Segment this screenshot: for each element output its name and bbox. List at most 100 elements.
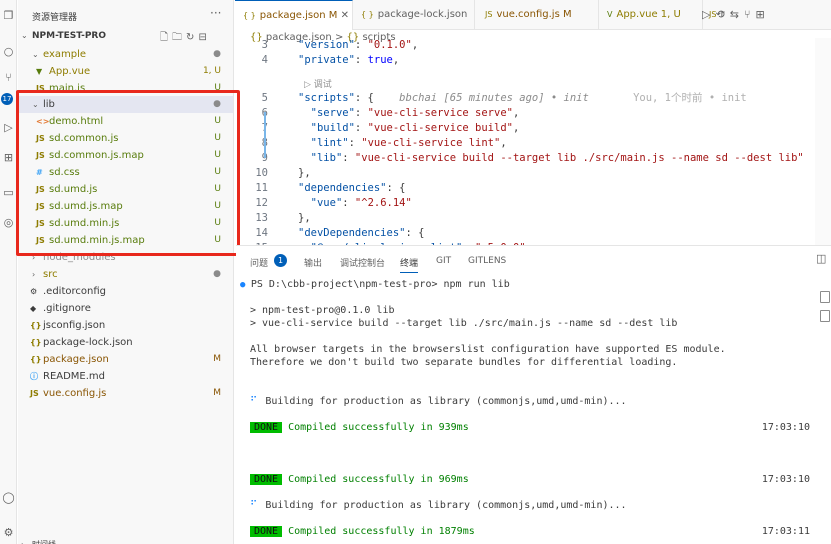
project-header[interactable]: ⌄ NPM-TEST-PRO 🗋🗀↻⊟ [18, 29, 233, 47]
code-editor[interactable]: 3 "version": "0.1.0", 4 "private": true, 5 "s… [236, 38, 816, 245]
status-badge: ● [213, 49, 221, 59]
tab-package-lock-json[interactable]: { } package-lock.json [353, 0, 475, 30]
split-terminal-icon[interactable]: ◫ [816, 252, 826, 265]
tab-vue-config-js[interactable]: JS vue.config.js M [475, 0, 599, 30]
extensions-icon[interactable]: ⊞ [1, 150, 16, 165]
line-number: 10 [255, 167, 268, 179]
tab-app-vue[interactable]: V App.vue 1, U [599, 0, 703, 30]
collapse-all-icon[interactable]: ⊟ [198, 32, 210, 43]
tab-debug-console[interactable]: 调试控制台 [340, 256, 385, 269]
tab-git[interactable]: GIT [436, 256, 451, 266]
new-folder-icon[interactable]: 🗀 [172, 32, 186, 43]
html-file-icon: <> [36, 117, 50, 126]
timestamp: 17:03:10 [761, 474, 810, 485]
vue-file-icon: V [607, 10, 613, 19]
chevron-down-icon: ⌄ [32, 50, 39, 59]
code-line[interactable]: 10}, [236, 166, 816, 181]
gitlens-icon[interactable]: ◎ [1, 215, 16, 230]
css-file-icon: # [36, 168, 43, 177]
code-line[interactable]: 5 "scripts": { bbchai [65 minutes ago] • … [236, 91, 816, 106]
tree-file-editorconfig[interactable]: ⚙ .editorconfig [18, 283, 233, 300]
tree-folder-node-modules[interactable]: › node_modules [18, 249, 233, 266]
tab-gitlens[interactable]: GITLENS [468, 256, 506, 266]
tree-file-app-vue[interactable]: ▼ App.vue 1, U [18, 63, 233, 80]
git-blame-annotation: bbchai [65 minutes ago] • init [399, 92, 589, 104]
code-line[interactable]: 8 "lint": "vue-cli-service lint", [236, 136, 816, 151]
code-line[interactable]: 4 "private": true, [236, 53, 816, 68]
code-line[interactable]: 3 "version": "0.1.0", [236, 38, 816, 53]
chevron-right-icon: › [32, 253, 36, 262]
tab-package-json[interactable]: { } package.json M ✕ [235, 0, 353, 30]
new-file-icon[interactable]: 🗋 [160, 32, 172, 43]
tree-file-vue-config-js[interactable]: JS vue.config.js M [18, 385, 233, 402]
tree-file-sd-common-js-map[interactable]: JS sd.common.js.map U [18, 147, 233, 164]
terminal-instance-icon[interactable] [820, 291, 830, 303]
timeline-section[interactable]: › 时间线 [18, 536, 233, 544]
status-badge: U [214, 235, 221, 245]
tab-terminal[interactable]: 终端 [400, 256, 419, 273]
code-token: }, [298, 167, 311, 179]
code-line[interactable]: 6 "serve": "vue-cli-service serve", [236, 106, 816, 121]
done-badge: DONE [250, 526, 283, 537]
tree-file-package-lock-json[interactable]: {} package-lock.json [18, 334, 233, 351]
debug-codelens[interactable]: ▷ 调试 [304, 77, 332, 90]
code-line[interactable]: 13}, [236, 211, 816, 226]
code-text: "dependencies": { [298, 181, 405, 196]
code-line[interactable]: 9 "lib": "vue-cli-service build --target… [236, 151, 816, 166]
explorer-icon[interactable]: ❐ [1, 8, 16, 23]
tree-file-gitignore[interactable]: ◆ .gitignore [18, 300, 233, 317]
tree-file-main-js[interactable]: JS main.js U [18, 80, 233, 97]
refresh-icon[interactable]: ↻ [186, 32, 198, 43]
code-line[interactable]: 11 "dependencies": { [236, 181, 816, 196]
js-file-icon: JS [36, 236, 45, 245]
tree-file-sd-css[interactable]: # sd.css U [18, 164, 233, 181]
tree-folder-src[interactable]: › src ● [18, 266, 233, 283]
bottom-panel: 问题 1 输出 调试控制台 终端 GIT GITLENS ◫ ● PS D:\c… [236, 245, 831, 544]
code-token: "private" [298, 54, 355, 66]
code-line[interactable]: 7 "build": "vue-cli-service build", [236, 121, 816, 136]
tree-folder-lib[interactable]: ⌄ lib ● [18, 96, 233, 113]
remote-icon[interactable]: ▭ [1, 185, 16, 200]
tab-problems[interactable]: 问题 [250, 256, 268, 269]
git-file-icon: ◆ [30, 304, 37, 313]
code-line[interactable]: 14 "devDependencies": { [236, 226, 816, 241]
source-control-icon[interactable]: ⑂ [1, 70, 16, 85]
git-icon[interactable]: ⑂ [744, 8, 756, 21]
code-token: "^2.6.14" [354, 197, 412, 209]
tree-file-jsconfig-json[interactable]: {} jsconfig.json [18, 317, 233, 334]
code-text: "lint": "vue-cli-service lint", [298, 136, 507, 151]
tree-folder-example[interactable]: ⌄ example ● [18, 46, 233, 63]
code-text: "build": "vue-cli-service build", [298, 121, 520, 136]
tab-output[interactable]: 输出 [304, 256, 322, 269]
tree-file-sd-umd-js-map[interactable]: JS sd.umd.js.map U [18, 198, 233, 215]
explorer-more-icon[interactable]: ··· [210, 6, 221, 20]
history-icon[interactable]: ⟲ [715, 8, 729, 21]
tree-file-demo-html[interactable]: <> demo.html U [18, 113, 233, 130]
close-icon[interactable]: ✕ [341, 10, 349, 21]
account-icon[interactable]: ◯ [1, 490, 16, 505]
manage-gear-icon[interactable]: ⚙ [1, 525, 16, 540]
terminal-line: > npm-test-pro@0.1.0 lib [250, 305, 395, 316]
tree-file-sd-common-js[interactable]: JS sd.common.js U [18, 130, 233, 147]
tree-file-sd-umd-min-js[interactable]: JS sd.umd.min.js U [18, 215, 233, 232]
explorer-toolbar[interactable]: 🗋🗀↻⊟ [160, 30, 211, 47]
compare-icon[interactable]: ⇆ [730, 8, 744, 21]
done-badge: DONE [250, 474, 283, 485]
tree-file-package-json[interactable]: {} package.json M [18, 351, 233, 368]
tree-file-sd-umd-js[interactable]: JS sd.umd.js U [18, 181, 233, 198]
chevron-down-icon: ⌄ [21, 31, 28, 40]
terminal-line: DONE Compiled successfully in 1879ms 17:03… [250, 525, 810, 539]
split-editor-icon[interactable]: ⊞ [756, 8, 770, 21]
run-icon[interactable]: ▷ [702, 8, 715, 21]
terminal-instance-icon[interactable] [820, 310, 830, 322]
project-name: NPM-TEST-PRO [32, 31, 106, 41]
search-icon[interactable]: ○ [1, 44, 16, 59]
tree-file-readme-md[interactable]: ⓘ README.md [18, 368, 233, 385]
run-debug-icon[interactable]: ▷ [1, 120, 16, 135]
tree-file-sd-umd-min-js-map[interactable]: JS sd.umd.min.js.map U [18, 232, 233, 249]
code-line[interactable]: 12 "vue": "^2.6.14" [236, 196, 816, 211]
code-token: : [342, 152, 355, 164]
